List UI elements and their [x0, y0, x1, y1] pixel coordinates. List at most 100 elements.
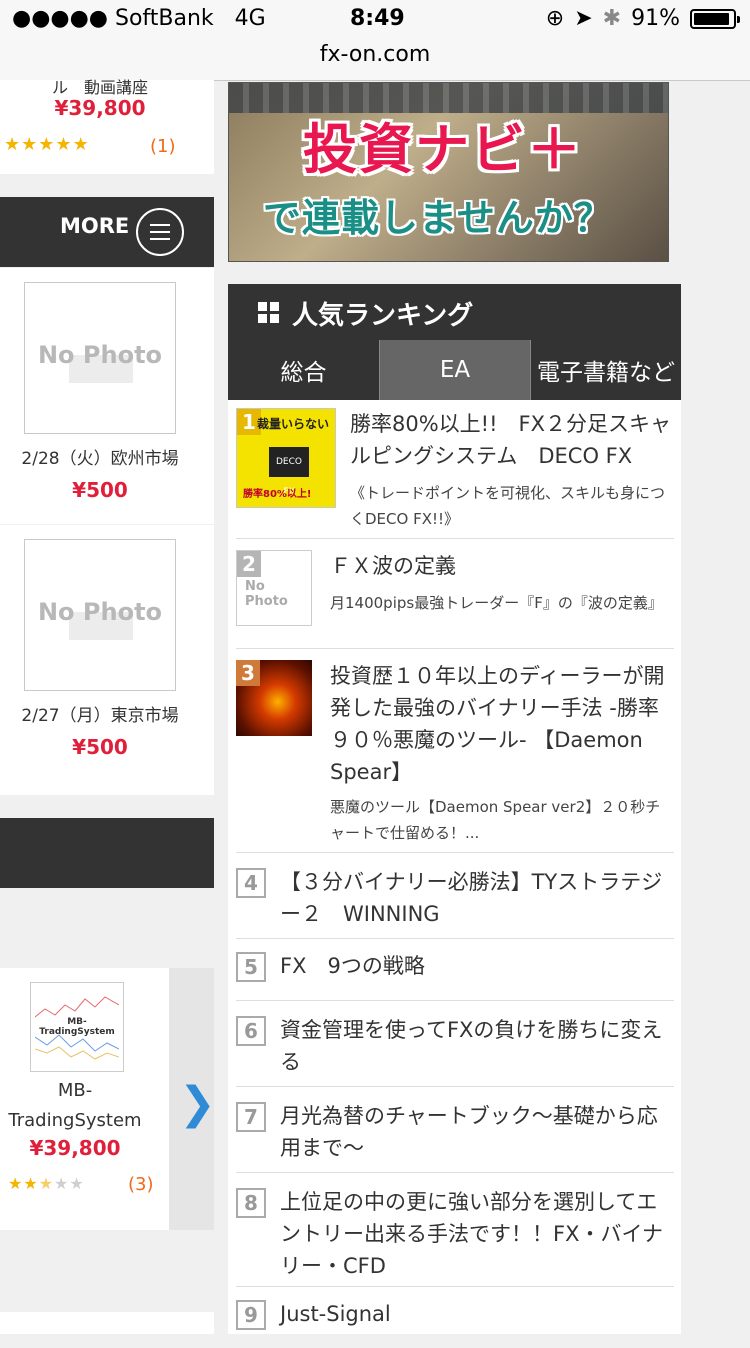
carousel-card[interactable]: MB-TradingSystem MB-TradingSystem ¥39,80…	[0, 968, 216, 1230]
carrier-label: ●●●●● SoftBank 4G	[12, 6, 266, 31]
star-icon: ★	[69, 1174, 85, 1193]
more-button[interactable]: MORE	[0, 197, 214, 267]
menu-icon	[136, 208, 184, 256]
battery-percent: 91%	[631, 6, 680, 31]
bluetooth-icon: ✱	[602, 6, 622, 31]
ranking-header: 人気ランキング	[228, 284, 681, 340]
star-icon: ★	[21, 134, 39, 155]
product-thumbnail: 1 裁量いらない DECO FX 勝率80%以上!	[236, 408, 336, 508]
ranking-item[interactable]: 6 資金管理を使ってFXの負けを勝ちに変える	[236, 1002, 674, 1087]
product-title: MB-TradingSystem	[8, 1080, 142, 1131]
product-price: ¥39,800	[29, 1136, 121, 1160]
orientation-lock-icon: ⊕	[545, 6, 565, 31]
ranking-tabs: 総合 EA 電子書籍など	[228, 340, 681, 400]
item-title[interactable]: 資金管理を使ってFXの負けを勝ちに変える	[280, 1014, 674, 1078]
thumbnail-caption: 勝率80%以上!	[243, 489, 312, 500]
ranking-title: 人気ランキング	[292, 301, 474, 331]
item-title[interactable]: 月光為替のチャートブック〜基礎から応用まで〜	[280, 1100, 674, 1164]
chevron-right-icon: ❯	[179, 1078, 216, 1129]
no-photo-label: No Photo	[37, 341, 163, 369]
ranking-item[interactable]: 8 上位足の中の更に強い部分を選別してエントリー出来る手法です！！FX・バイナリ…	[236, 1174, 674, 1287]
product-price: ¥39,800	[54, 96, 146, 120]
carousel-next-button[interactable]: ❯	[169, 968, 216, 1230]
product-card[interactable]	[0, 1312, 214, 1334]
status-icons: ⊕ ➤ ✱ 91%	[545, 6, 740, 31]
ranking-item[interactable]: 9 Just-Signal	[236, 1288, 674, 1348]
product-card-top[interactable]: ル 動画講座 ¥39,800 ★★★★★ (1)	[0, 78, 214, 174]
item-title[interactable]: Just-Signal	[280, 1298, 674, 1330]
product-price: ¥500	[72, 735, 128, 759]
rank-number: 9	[236, 1300, 266, 1330]
rating-stars: ★★★★★	[8, 1174, 85, 1193]
star-icon: ★	[54, 1174, 70, 1193]
battery-fill	[694, 12, 729, 25]
rank-number: 4	[236, 868, 266, 898]
ranking-item[interactable]: 1 裁量いらない DECO FX 勝率80%以上! 勝率80%以上!! FX２分…	[236, 406, 674, 539]
network-label: 4G	[234, 6, 266, 31]
tab-ea[interactable]: EA	[379, 340, 530, 400]
item-title[interactable]: 投資歴１０年以上のディーラーが開発した最強のバイナリー手法 -勝率９０％悪魔のツ…	[330, 660, 674, 788]
rating-stars: ★★★★★	[4, 134, 90, 155]
review-count: (1)	[150, 136, 176, 157]
item-title[interactable]: FX 9つの戦略	[280, 950, 674, 982]
product-title: ル 動画講座	[51, 78, 148, 97]
product-card[interactable]: No Photo 2/28（火）欧州市場 ¥500	[0, 268, 214, 524]
item-description: 悪魔のツール【Daemon Spear ver2】２０秒チャートで仕留める！..…	[330, 798, 661, 842]
ranking-panel: 人気ランキング 総合 EA 電子書籍など 1 裁量いらない DECO FX 勝率…	[228, 284, 681, 1334]
item-title[interactable]: 上位足の中の更に強い部分を選別してエントリー出来る手法です！！FX・バイナリー・…	[280, 1186, 674, 1282]
thumbnail-text: 裁量いらない	[257, 417, 330, 431]
star-icons: ★★★★★	[8, 1174, 85, 1193]
item-title[interactable]: ＦＸ波の定義	[330, 550, 674, 582]
product-thumbnail: 3	[236, 660, 312, 736]
product-card[interactable]: No Photo 2/27（月）東京市場 ¥500	[0, 525, 214, 795]
banner-headline: 投資ナビ＋	[303, 118, 583, 181]
item-title[interactable]: 【３分バイナリー必勝法】TYストラテジー２ WINNING	[280, 866, 674, 930]
no-photo-label: No Photo	[37, 598, 163, 626]
ranking-item[interactable]: 7 月光為替のチャートブック〜基礎から応用まで〜	[236, 1088, 674, 1173]
item-title[interactable]: 勝率80%以上!! FX２分足スキャルピングシステム DECO FX	[350, 408, 674, 472]
rank-badge: 3	[236, 660, 260, 686]
banner-subline: で連載しませんか？	[263, 196, 613, 240]
battery-icon	[690, 8, 740, 29]
item-description: 《トレードポイントを可視化、スキルも身につくDECO FX!!》	[350, 484, 666, 528]
tab-ebooks[interactable]: 電子書籍など	[530, 340, 681, 400]
product-image: No Photo	[24, 282, 176, 434]
ranking-item[interactable]: 4 【３分バイナリー必勝法】TYストラテジー２ WINNING	[236, 854, 674, 939]
star-icon: ★	[72, 134, 90, 155]
star-icon: ★	[55, 134, 73, 155]
product-price: ¥500	[72, 478, 128, 502]
rank-number: 6	[236, 1016, 266, 1046]
rank-number: 5	[236, 952, 266, 982]
deco-logo: DECO FX	[269, 447, 309, 497]
ranking-item[interactable]: 5 FX 9つの戦略	[236, 940, 674, 1001]
location-icon: ➤	[574, 6, 593, 31]
tab-overall[interactable]: 総合	[228, 340, 379, 400]
star-icon: ★	[8, 1174, 24, 1193]
product-title: 2/27（月）東京市場	[21, 706, 179, 726]
rank-number: 7	[236, 1102, 266, 1132]
clock: 8:49	[350, 6, 405, 31]
star-icon: ★	[4, 134, 22, 155]
ranking-item[interactable]: 2 No Photo ＦＸ波の定義 月1400pips最強トレーダー『F』の『波…	[236, 540, 674, 649]
star-icons: ★★★★★	[4, 134, 90, 155]
star-icon: ★	[23, 1174, 39, 1193]
ranking-item[interactable]: 3 投資歴１０年以上のディーラーが開発した最強のバイナリー手法 -勝率９０％悪魔…	[236, 650, 674, 853]
status-bar: ●●●●● SoftBank 4G 8:49 ⊕ ➤ ✱ 91% fx-on.c…	[0, 0, 750, 81]
rank-number: 8	[236, 1188, 266, 1218]
item-description: 月1400pips最強トレーダー『F』の『波の定義』	[330, 594, 663, 612]
more-label: MORE	[60, 214, 130, 238]
product-image: MB-TradingSystem	[30, 982, 124, 1072]
star-icon: ★	[38, 134, 56, 155]
star-icon: ★	[38, 1174, 55, 1193]
thumbnail-label: MB-TradingSystem	[39, 1017, 115, 1037]
rank-badge: 2	[237, 551, 261, 577]
product-title: 2/28（火）欧州市場	[21, 449, 179, 469]
product-thumbnail: 2 No Photo	[236, 550, 312, 626]
review-count: (3)	[128, 1174, 154, 1195]
url-bar[interactable]: fx-on.com	[0, 42, 750, 67]
promo-banner[interactable]: 投資ナビ＋ で連載しませんか？	[228, 82, 669, 262]
no-photo-label: No Photo	[245, 579, 288, 609]
section-header-bar	[0, 818, 214, 888]
grid-icon	[258, 302, 280, 324]
product-image: No Photo	[24, 539, 176, 691]
